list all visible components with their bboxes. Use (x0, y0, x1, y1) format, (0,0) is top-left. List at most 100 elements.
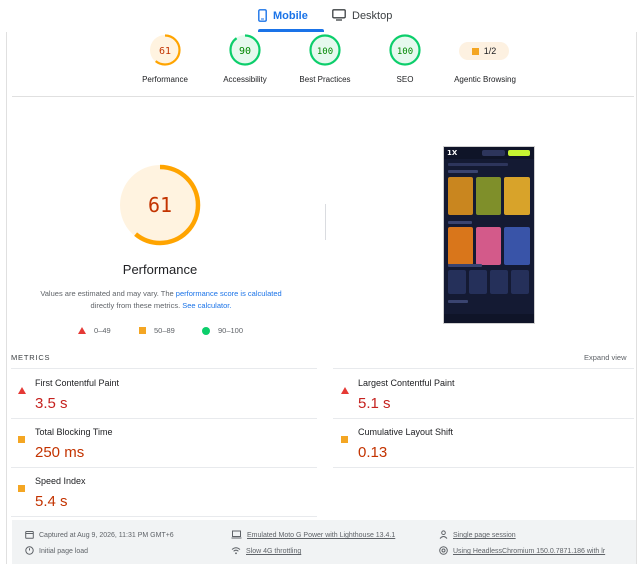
vertical-divider (325, 204, 326, 240)
device-tabs: Mobile Desktop (0, 0, 642, 32)
single-page-session[interactable]: Single page session (439, 530, 516, 541)
browser-version[interactable]: Using HeadlessChromium 150.0.7871.186 wi… (439, 546, 605, 557)
wifi-icon (231, 546, 241, 557)
metric-value: 3.5 s (35, 395, 68, 412)
average-square-icon (341, 430, 348, 448)
note-text-1: Values are estimated and may vary. The (40, 289, 176, 298)
thumb-login-button (482, 150, 505, 156)
thumb-section-title (448, 221, 472, 224)
metric-first-contentful-paint: First Contentful Paint 3.5 s (18, 376, 308, 424)
average-square-icon (18, 479, 25, 497)
note-text-2: directly from these metrics. (90, 301, 183, 310)
metrics-divider (11, 418, 317, 419)
thumb-header: 1X (444, 147, 534, 159)
average-square-icon (471, 47, 479, 55)
network-throttling-text: Slow 4G throttling (246, 548, 302, 555)
fail-triangle-icon (18, 381, 26, 399)
metrics-divider (11, 467, 317, 468)
thumb-bottom-nav (444, 314, 534, 323)
accessibility-score-text: 90 (239, 46, 251, 57)
calendar-icon (25, 530, 34, 541)
metric-label: Speed Index (35, 476, 86, 486)
active-tab-indicator (258, 29, 324, 32)
emulated-device-text: Emulated Moto G Power with Lighthouse 13… (247, 532, 396, 539)
agentic-browsing-score-pill[interactable]: 1/2 (459, 42, 509, 60)
category-label-agentic-browsing: Agentic Browsing (454, 75, 516, 84)
category-label-performance: Performance (142, 75, 188, 84)
thumb-section-title (448, 264, 482, 267)
thumb-sport-tile (448, 270, 466, 294)
thumb-game-card (476, 177, 501, 215)
thumb-section-title (448, 300, 468, 303)
captured-at-text: Captured at Aug 9, 2026, 11:31 PM GMT+6 (39, 532, 174, 539)
category-scores: 61 Performance 90 Accessibility 100 Best… (0, 33, 642, 95)
panel-border-right (636, 32, 637, 564)
final-screenshot-thumbnail[interactable]: 1X (443, 146, 535, 324)
score-legend: 0–49 50–89 90–100 (0, 326, 320, 338)
see-calculator-link[interactable]: See calculator. (182, 301, 231, 310)
category-gauge-performance[interactable]: 61 Performance (120, 33, 210, 84)
category-gauge-seo[interactable]: 100 SEO (360, 33, 450, 84)
best-practices-score-text: 100 (317, 47, 333, 57)
metrics-divider (11, 368, 317, 369)
performance-main-gauge: 61 (119, 164, 201, 246)
thumb-sport-tile (490, 270, 508, 294)
thumb-sport-tile (511, 270, 529, 294)
person-icon (439, 530, 448, 541)
legend-pass: 90–100 (202, 326, 243, 335)
best-practices-score-gauge: 100 (309, 34, 341, 66)
tab-desktop[interactable]: Desktop (332, 0, 396, 32)
panel-border-left (6, 32, 7, 564)
performance-score-gauge: 61 (149, 34, 181, 66)
runtime-settings: Captured at Aug 9, 2026, 11:31 PM GMT+6 … (12, 520, 636, 564)
thumb-nav-row (448, 163, 508, 166)
metrics-heading: METRICS (11, 353, 51, 362)
metric-speed-index: Speed Index 5.4 s (18, 474, 308, 522)
timer-icon (25, 546, 34, 557)
smartphone-icon (258, 8, 267, 24)
agentic-browsing-score: 1/2 (483, 46, 497, 56)
metric-label: Total Blocking Time (35, 427, 113, 437)
performance-score-text: 61 (159, 46, 171, 57)
thumb-game-card (476, 227, 501, 265)
seo-score-text: 100 (397, 47, 413, 57)
tab-desktop-label: Desktop (352, 10, 393, 22)
metric-label: Cumulative Layout Shift (358, 427, 454, 437)
metrics-divider (333, 467, 634, 468)
emulated-device[interactable]: Emulated Moto G Power with Lighthouse 13… (231, 530, 395, 541)
seo-score-gauge: 100 (389, 34, 421, 66)
expand-view-toggle[interactable]: Expand view (584, 353, 627, 362)
metric-label: First Contentful Paint (35, 378, 120, 388)
metric-value: 5.1 s (358, 395, 391, 412)
legend-average: 50–89 (139, 326, 175, 335)
tab-mobile[interactable]: Mobile (258, 0, 324, 32)
thumb-game-card (448, 177, 473, 215)
tab-mobile-label: Mobile (273, 10, 308, 22)
initial-page-load-text: Initial page load (39, 548, 89, 555)
legend-average-range: 50–89 (154, 326, 175, 335)
category-gauge-accessibility[interactable]: 90 Accessibility (200, 33, 290, 84)
performance-note: Values are estimated and may vary. The p… (30, 288, 292, 312)
average-square-icon (139, 327, 146, 334)
metric-largest-contentful-paint: Largest Contentful Paint 5.1 s (341, 376, 631, 424)
thumb-game-card (504, 227, 530, 265)
legend-pass-range: 90–100 (218, 326, 244, 335)
pass-circle-icon (202, 326, 210, 335)
fail-triangle-icon (78, 327, 86, 334)
thumb-game-card (448, 227, 473, 265)
category-gauge-best-practices[interactable]: 100 Best Practices (280, 33, 370, 84)
metric-total-blocking-time: Total Blocking Time 250 ms (18, 425, 308, 473)
category-label-accessibility: Accessibility (223, 75, 267, 84)
monitor-icon (332, 9, 346, 23)
laptop-icon (231, 530, 242, 541)
legend-fail-range: 0–49 (94, 326, 111, 335)
metrics-divider (11, 516, 317, 517)
metric-cumulative-layout-shift: Cumulative Layout Shift 0.13 (341, 425, 631, 473)
thumb-game-card (504, 177, 530, 215)
metric-value: 0.13 (358, 444, 388, 461)
category-label-seo: SEO (396, 75, 414, 84)
section-divider (12, 96, 634, 97)
category-label-best-practices: Best Practices (299, 75, 351, 84)
score-calculation-link[interactable]: performance score is calculated (176, 289, 282, 298)
network-throttling[interactable]: Slow 4G throttling (231, 546, 301, 557)
